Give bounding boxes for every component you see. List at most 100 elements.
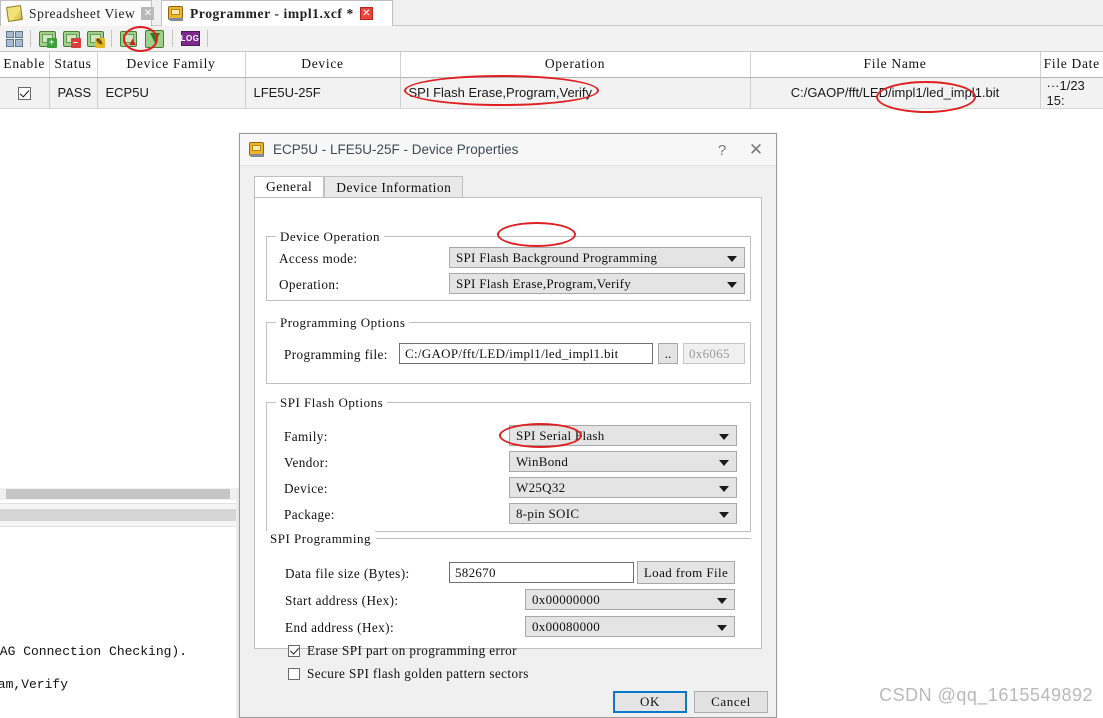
watermark: CSDN @qq_1615549892: [879, 685, 1093, 705]
column-header-device-family[interactable]: Device Family: [97, 52, 246, 78]
end-address-label: End address (Hex):: [285, 620, 395, 635]
table-row[interactable]: PASS ECP5U LFE5U-25F SPI Flash Erase,Pro…: [0, 77, 1103, 109]
operation-cell[interactable]: SPI Flash Erase,Program,Verify: [400, 77, 751, 109]
close-icon[interactable]: ✕: [141, 7, 155, 20]
chevron-down-icon: [719, 511, 729, 518]
data-file-size-label: Data file size (Bytes):: [285, 566, 410, 581]
spi-programming-group-rule: [376, 538, 751, 539]
browse-file-label: ..: [664, 345, 672, 361]
enable-checkbox-cell[interactable]: [0, 77, 50, 109]
programming-file-input[interactable]: C:/GAOP/fft/LED/impl1/led_impl1.bit: [399, 343, 653, 364]
program-download-icon[interactable]: [141, 28, 167, 50]
start-address-combo[interactable]: 0x00000000: [525, 589, 735, 610]
chip-plus-icon[interactable]: +: [36, 28, 58, 50]
start-address-label: Start address (Hex):: [285, 593, 399, 608]
package-value: 8-pin SOIC: [516, 505, 580, 521]
horizontal-scrollbar-thumb[interactable]: [6, 489, 230, 499]
ok-button-label: OK: [640, 694, 660, 709]
column-header-device[interactable]: Device: [245, 52, 401, 78]
data-file-size-input[interactable]: 582670: [449, 562, 634, 583]
data-file-size-value: 582670: [455, 564, 496, 580]
tab-spreadsheet-view-label: Spreadsheet View: [29, 5, 136, 21]
secure-golden-checkbox[interactable]: [288, 668, 300, 680]
general-tab-pane: Device Operation Access mode: SPI Flash …: [254, 197, 762, 681]
panel-scrollbar-track[interactable]: [0, 503, 240, 527]
secure-golden-row[interactable]: Secure SPI flash golden pattern sectors: [288, 666, 529, 682]
chevron-down-icon: [717, 597, 727, 604]
help-icon[interactable]: ?: [706, 134, 738, 166]
vendor-value: WinBond: [516, 453, 569, 469]
device-properties-dialog: ECP5U - LFE5U-25F - Device Properties ? …: [239, 133, 777, 718]
spi-device-combo[interactable]: W25Q32: [509, 477, 737, 498]
package-label: Package:: [284, 507, 335, 522]
status-cell: PASS: [49, 77, 98, 109]
main-toolbar: + – ✎ ▲ LOG: [0, 26, 1103, 52]
access-mode-label: Access mode:: [279, 251, 358, 266]
toolbar-separator: [172, 30, 173, 47]
package-combo[interactable]: 8-pin SOIC: [509, 503, 737, 524]
spi-flash-options-group-title: SPI Flash Options: [276, 395, 388, 411]
cancel-button[interactable]: Cancel: [694, 691, 768, 713]
chip-icon: [249, 142, 265, 157]
app-root: Spreadsheet View ✕ Programmer - impl1.xc…: [0, 0, 1103, 718]
chip-icon: [168, 6, 184, 21]
dialog-tab-strip: General Device Information: [254, 176, 464, 198]
access-mode-combo[interactable]: SPI Flash Background Programming: [449, 247, 745, 268]
close-icon[interactable]: ✕: [359, 7, 373, 20]
erase-on-error-checkbox[interactable]: [288, 645, 300, 657]
programming-file-value: C:/GAOP/fft/LED/impl1/led_impl1.bit: [405, 345, 619, 361]
load-from-file-button[interactable]: Load from File: [637, 561, 735, 584]
programming-options-group: Programming Options Programming file: C:…: [266, 315, 751, 384]
chevron-down-icon: [727, 281, 737, 288]
toolbar-separator: [30, 30, 31, 47]
tab-general[interactable]: General: [254, 176, 325, 198]
enable-checkbox[interactable]: [17, 87, 31, 101]
browse-file-button[interactable]: ..: [658, 343, 678, 364]
close-icon[interactable]: ✕: [740, 134, 772, 166]
chip-minus-icon[interactable]: –: [60, 28, 82, 50]
family-combo[interactable]: SPI Serial Flash: [509, 425, 737, 446]
ok-button[interactable]: OK: [613, 691, 687, 713]
family-label: Family:: [284, 429, 328, 444]
console-line: TAG Connection Checking).: [0, 644, 188, 659]
device-cell: LFE5U-25F: [245, 77, 401, 109]
programming-file-label: Programming file:: [284, 347, 388, 362]
log-icon-label: LOG: [180, 31, 200, 46]
vendor-combo[interactable]: WinBond: [509, 451, 737, 472]
device-family-cell: ECP5U: [97, 77, 246, 109]
erase-on-error-label: Erase SPI part on programming error: [307, 643, 517, 658]
operation-combo[interactable]: SPI Flash Erase,Program,Verify: [449, 273, 745, 294]
panel-scrollbar-thumb[interactable]: [0, 509, 236, 521]
column-header-enable[interactable]: Enable: [0, 52, 50, 78]
horizontal-scrollbar-track[interactable]: [0, 488, 240, 500]
vendor-label: Vendor:: [284, 455, 329, 470]
tab-device-information[interactable]: Device Information: [324, 176, 464, 198]
table-header-row: Enable Status Device Family Device Opera…: [0, 52, 1103, 78]
file-date-cell: ···1/23 15:: [1040, 77, 1103, 109]
file-name-cell[interactable]: C:/GAOP/fft/LED/impl1/led_impl1.bit: [750, 77, 1041, 109]
erase-on-error-row[interactable]: Erase SPI part on programming error: [288, 643, 517, 659]
tab-spreadsheet-view[interactable]: Spreadsheet View ✕: [0, 0, 155, 26]
column-header-file-date[interactable]: File Date: [1040, 52, 1103, 78]
dialog-title-bar[interactable]: ECP5U - LFE5U-25F - Device Properties ? …: [240, 134, 776, 166]
chevron-down-icon: [719, 433, 729, 440]
tab-general-label: General: [266, 179, 313, 194]
spreadsheet-icon: [6, 5, 23, 22]
chevron-down-icon: [719, 485, 729, 492]
tab-device-information-label: Device Information: [336, 179, 452, 195]
chip-warning-icon[interactable]: ▲: [117, 28, 139, 50]
column-header-operation[interactable]: Operation: [400, 52, 751, 78]
chip-pencil-icon[interactable]: ✎: [84, 28, 106, 50]
column-header-file-name[interactable]: File Name: [750, 52, 1041, 78]
device-operation-group-title: Device Operation: [276, 229, 385, 245]
log-icon[interactable]: LOG: [178, 28, 202, 50]
access-mode-value: SPI Flash Background Programming: [456, 249, 658, 265]
device-pairs-icon[interactable]: [3, 28, 25, 50]
load-from-file-label: Load from File: [643, 564, 729, 580]
column-header-status[interactable]: Status: [49, 52, 98, 78]
tab-programmer[interactable]: Programmer - impl1.xcf * ✕: [161, 0, 393, 26]
console-line: ram,Verify: [0, 677, 69, 692]
window-tab-bar: Spreadsheet View ✕ Programmer - impl1.xc…: [0, 0, 1103, 26]
end-address-combo[interactable]: 0x00080000: [525, 616, 735, 637]
toolbar-separator: [207, 30, 208, 47]
